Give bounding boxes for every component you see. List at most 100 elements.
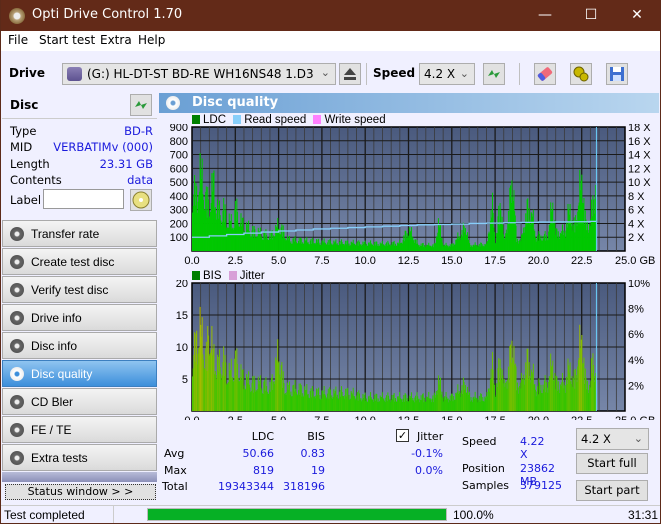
nav-item-extra-tests[interactable]: Extra tests [2, 444, 157, 471]
y2-tick-label: 2 X [628, 232, 645, 244]
refresh-icon [135, 101, 147, 109]
speed-stat-label: Speed [462, 435, 497, 448]
legend-swatch [192, 271, 200, 280]
disc-icon [10, 367, 24, 381]
nav-spacer [2, 472, 157, 482]
menu-file[interactable]: File [8, 33, 28, 47]
refresh-button[interactable] [483, 63, 505, 85]
x-tick-label: 0.0 [184, 255, 199, 264]
y2-tick-label: 4% [628, 355, 644, 367]
disc-label-key: Label [10, 193, 42, 207]
settings-button[interactable] [570, 63, 592, 85]
drive-select[interactable]: (G:) HL-DT-ST BD-RE WH16NS48 1.D3 ⌄ [62, 63, 336, 85]
status-bar: Test completed 100.0% 31:31 [1, 505, 660, 523]
test-speed-value: 4.2 X [581, 432, 611, 446]
test-speed-select[interactable]: 4.2 X ⌄ [576, 428, 649, 450]
disc-icon [10, 283, 24, 297]
nav-item-label: CD Bler [31, 395, 74, 409]
nav-item-label: Verify test disc [31, 283, 109, 297]
y-tick-label: 5 [182, 374, 188, 386]
menu-bar: File Start test Extra Help [1, 31, 660, 51]
chevron-down-icon: ⌄ [459, 67, 469, 80]
disc-icon [10, 423, 24, 437]
y2-tick-label: 8% [628, 304, 644, 316]
nav-item-disc-quality[interactable]: Disc quality [2, 360, 157, 387]
erase-button[interactable] [534, 63, 556, 85]
speed-select[interactable]: 4.2 X ⌄ [419, 63, 475, 85]
x-tick-label: 7.5 [314, 415, 329, 420]
nav-item-label: Transfer rate [31, 227, 100, 241]
disc-mid-label: MID [10, 140, 33, 154]
drive-label: Drive [9, 66, 45, 80]
samples-label: Samples [462, 479, 509, 492]
nav-item-label: FE / TE [31, 423, 72, 437]
stats-col-bis: BIS [307, 430, 325, 443]
nav-item-fe-te[interactable]: FE / TE [2, 416, 157, 443]
toolbar-separator [366, 63, 367, 85]
y-tick-label: 800 [170, 136, 188, 148]
stats-max-label: Max [164, 464, 187, 477]
disc-refresh-button[interactable] [130, 94, 152, 116]
status-divider [113, 506, 114, 523]
y-tick-label: 10 [176, 342, 188, 354]
disc-label-input[interactable] [43, 189, 124, 209]
maximize-button[interactable]: ☐ [568, 0, 614, 31]
jitter-checkbox[interactable]: ✓ [396, 429, 409, 442]
stats-max-ldc: 819 [253, 464, 274, 477]
stats-max-bis: 19 [311, 464, 325, 477]
disc-icon [10, 311, 24, 325]
disc-type-value: BD-R [124, 124, 153, 138]
nav-item-drive-info[interactable]: Drive info [2, 304, 157, 331]
x-tick-label: 5.0 [271, 415, 286, 420]
menu-help[interactable]: Help [138, 33, 165, 47]
legend-swatch [313, 115, 322, 124]
drive-icon [67, 67, 82, 81]
y-tick-label: 20 [176, 280, 188, 290]
x-tick-label: 5.0 [271, 255, 286, 264]
x-tick-label: 25.0 GB [615, 415, 655, 420]
disc-quality-icon [166, 96, 180, 110]
minimize-button[interactable]: — [522, 0, 568, 31]
x-tick-label: 22.5 [571, 415, 592, 420]
close-button[interactable]: ✕ [614, 0, 660, 31]
x-tick-label: 10.0 [354, 415, 375, 420]
x-tick-label: 2.5 [228, 255, 243, 264]
disc-header: Disc [2, 91, 157, 119]
stats-total-label: Total [162, 480, 188, 493]
stats-avg-label: Avg [164, 447, 185, 460]
x-tick-label: 7.5 [314, 255, 329, 264]
stats-avg-ldc: 50.66 [242, 447, 275, 460]
x-tick-label: 12.5 [398, 415, 419, 420]
menu-extra[interactable]: Extra [100, 33, 132, 47]
eject-button[interactable] [339, 63, 361, 85]
y-tick-label: 15 [176, 310, 188, 322]
legend-swatch [233, 115, 242, 124]
nav-item-cd-bler[interactable]: CD Bler [2, 388, 157, 415]
start-full-button[interactable]: Start full [576, 453, 648, 474]
y2-tick-label: 14 X [628, 150, 651, 162]
nav-item-label: Disc quality [31, 367, 93, 381]
app-window: Opti Drive Control 1.70 — ☐ ✕ File Start… [1, 0, 660, 523]
start-part-button[interactable]: Start part [576, 480, 648, 501]
disc-length-value: 23.31 GB [99, 157, 153, 171]
menu-start-test[interactable]: Start test [39, 33, 95, 47]
nav-item-verify-test-disc[interactable]: Verify test disc [2, 276, 157, 303]
stats-avg-jitter: -0.1% [411, 447, 443, 460]
y2-tick-label: 12 X [628, 163, 651, 175]
disc-length-label: Length [10, 157, 50, 171]
disc-contents-value: data [127, 173, 153, 187]
legend-swatch [228, 271, 237, 280]
nav-item-transfer-rate[interactable]: Transfer rate [2, 220, 157, 247]
samples-value: 379125 [520, 479, 562, 492]
save-button[interactable] [606, 63, 628, 85]
y2-tick-label: 4 X [628, 218, 645, 230]
progress-text: 100.0% [453, 508, 494, 522]
nav-item-create-test-disc[interactable]: Create test disc [2, 248, 157, 275]
y2-tick-label: 8 X [628, 191, 645, 203]
x-tick-label: 10.0 [354, 255, 375, 264]
disc-label-button[interactable] [130, 189, 152, 211]
disc-icon [10, 227, 24, 241]
nav-item-disc-info[interactable]: Disc info [2, 332, 157, 359]
status-window-button[interactable]: Status window > > [5, 484, 156, 500]
y-tick-label: 900 [170, 124, 188, 134]
